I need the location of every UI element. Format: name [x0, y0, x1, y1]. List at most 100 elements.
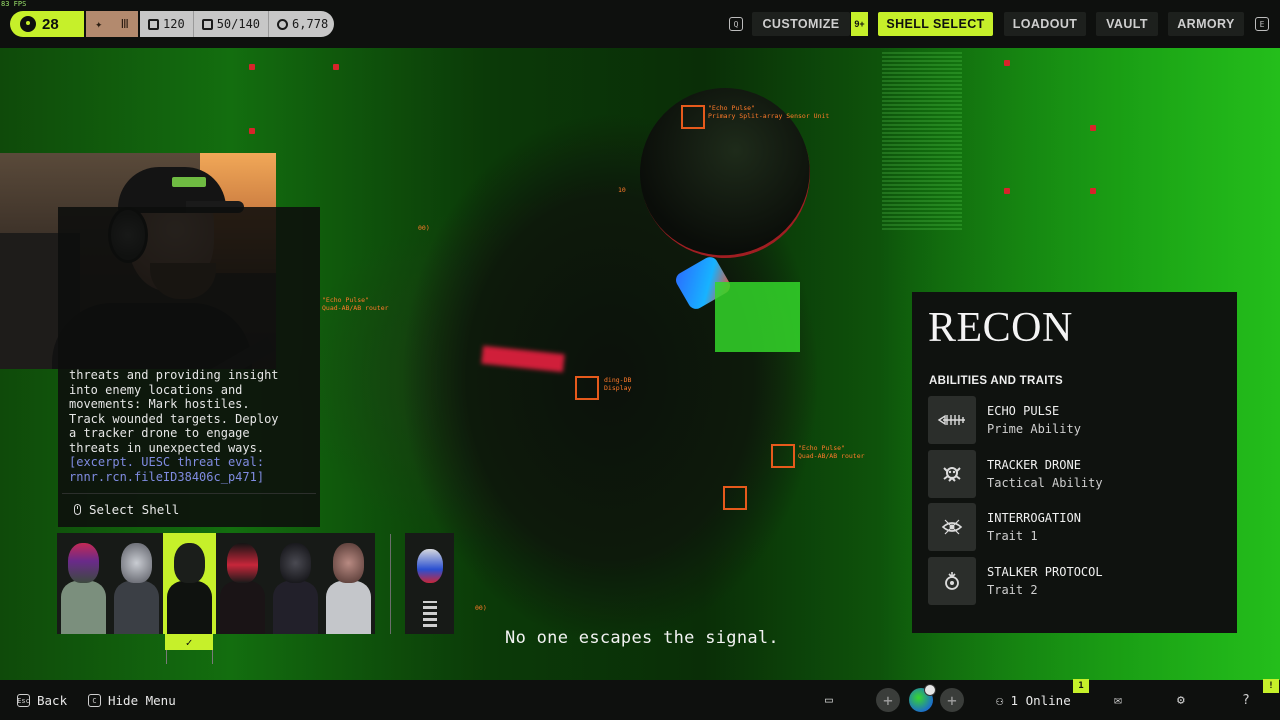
player-level-icon — [20, 16, 36, 32]
shell-portrait-face — [227, 543, 258, 583]
target-marker — [681, 105, 705, 129]
ability-tracker-drone[interactable]: TRACKER DRONE Tactical Ability — [928, 450, 1218, 498]
shell-name: RECON — [928, 305, 1073, 351]
add-player-icon[interactable]: ✦ — [95, 17, 102, 31]
tab-armory[interactable]: ARMORY — [1168, 12, 1244, 36]
tab-shell-select[interactable]: SHELL SELECT — [878, 12, 993, 36]
help-notification-badge: ! — [1263, 679, 1279, 693]
shell-card[interactable] — [216, 533, 269, 634]
shell-card[interactable] — [110, 533, 163, 634]
stalker-protocol-icon — [928, 557, 976, 605]
nav-right-key-icon[interactable]: E — [1255, 17, 1269, 31]
hide-menu-button[interactable]: C Hide Menu — [88, 693, 176, 708]
credits-icon — [277, 18, 289, 30]
shell-portrait-torso — [114, 581, 159, 634]
mail-icon[interactable]: ✉ — [1114, 693, 1122, 708]
shell-card-selected[interactable] — [163, 533, 216, 634]
settings-gear-icon[interactable]: ⚙ — [1177, 693, 1185, 708]
shell-portrait-torso — [220, 581, 265, 634]
interrogation-icon — [928, 503, 976, 551]
target-marker — [575, 376, 599, 400]
scene-marker-dot — [1004, 60, 1010, 66]
back-button[interactable]: Esc Back — [17, 693, 67, 708]
customize-badge: 9+ — [851, 12, 868, 36]
scene-marker-dot — [1090, 125, 1096, 131]
squad-controls: ✦ Ⅲ — [86, 11, 138, 37]
chat-icon[interactable]: ▭ — [825, 693, 833, 708]
shell-portrait-torso — [326, 581, 371, 634]
shell-portrait-torso — [273, 581, 318, 634]
ability-stalker-protocol[interactable]: STALKER PROTOCOL Trait 2 — [928, 557, 1218, 605]
stat-card: 120 — [140, 11, 194, 37]
select-shell-hint[interactable]: Select Shell — [74, 502, 179, 517]
scene-marker-dot — [249, 64, 255, 70]
target-label: "Echo Pulse" Quad-AB/AB router — [798, 444, 865, 460]
shell-card[interactable] — [269, 533, 322, 634]
shell-portrait-torso — [167, 581, 212, 634]
shell-card[interactable] — [322, 533, 375, 634]
stat-credits: 6,778 — [269, 11, 336, 37]
shell-portrait-torso — [61, 581, 106, 634]
friends-icon: ⚇ — [996, 693, 1004, 708]
tab-vault[interactable]: VAULT — [1096, 12, 1158, 36]
mic-icon — [924, 684, 936, 696]
ability-name: ECHO PULSE — [987, 403, 1060, 418]
target-marker — [771, 444, 795, 468]
fps-counter: 83 FPS — [1, 0, 27, 8]
add-party-slot-button[interactable]: + — [876, 688, 900, 712]
tracker-drone-icon — [928, 450, 976, 498]
divider — [62, 493, 316, 494]
shell-card[interactable] — [57, 533, 110, 634]
scene-marker-dot — [1090, 188, 1096, 194]
tab-customize[interactable]: CUSTOMIZE — [752, 12, 850, 36]
add-party-slot-button[interactable]: + — [940, 688, 964, 712]
shell-portrait-face — [417, 549, 443, 583]
scene-marker-dot — [1004, 188, 1010, 194]
selection-tick — [212, 650, 213, 664]
c-key-icon: C — [88, 694, 101, 707]
abilities-heading: ABILITIES AND TRAITS — [929, 375, 1063, 387]
target-label: 10 — [618, 186, 626, 194]
target-label: 00) — [475, 604, 487, 612]
esc-key-icon: Esc — [17, 694, 30, 707]
target-label: "Echo Pulse" Primary Split-array Sensor … — [708, 104, 830, 120]
scene-pixel-grid — [882, 50, 962, 230]
help-icon[interactable]: ? — [1242, 693, 1250, 708]
player-level: 28 — [42, 15, 59, 33]
ability-name: INTERROGATION — [987, 510, 1081, 525]
stat-credits-value: 6,778 — [292, 17, 329, 31]
shell-portrait-face — [333, 543, 364, 583]
shell-portrait-face — [121, 543, 152, 583]
nav-left-key-icon[interactable]: Q — [729, 17, 743, 31]
card-icon — [148, 18, 159, 30]
ability-type: Trait 1 — [987, 528, 1038, 543]
tab-loadout[interactable]: LOADOUT — [1004, 12, 1086, 36]
target-label: 00) — [418, 224, 430, 232]
shell-card-locked[interactable] — [405, 533, 454, 634]
ability-type: Trait 2 — [987, 582, 1038, 597]
ability-type: Prime Ability — [987, 421, 1081, 436]
shell-portrait-face — [280, 543, 311, 583]
shell-description: threats and providing insight into enemy… — [69, 368, 279, 455]
ability-type: Tactical Ability — [987, 475, 1103, 490]
ability-name: TRACKER DRONE — [987, 457, 1081, 472]
roman-three-icon[interactable]: Ⅲ — [121, 17, 129, 31]
stat-stash-value: 50/140 — [216, 17, 261, 31]
shell-portrait-face — [174, 543, 205, 583]
shell-portrait-face — [68, 543, 99, 583]
ability-echo-pulse[interactable]: ECHO PULSE Prime Ability — [928, 396, 1218, 444]
mouse-icon — [74, 504, 81, 515]
currency-stats: 120 50/140 6,778 — [140, 11, 334, 37]
stack-icon — [201, 18, 213, 30]
stat-stash: 50/140 — [194, 11, 270, 37]
target-label: "Echo Pulse" Quad-AB/AB router — [322, 296, 389, 312]
online-count: 1 Online — [1010, 693, 1071, 708]
shell-portrait-torso — [423, 601, 437, 627]
shell-description-excerpt: [excerpt. UESC threat eval: rnnr.rcn.fil… — [69, 455, 265, 484]
player-level-badge[interactable]: 28 — [10, 11, 84, 37]
stat-card-value: 120 — [163, 17, 185, 31]
ability-interrogation[interactable]: INTERROGATION Trait 1 — [928, 503, 1218, 551]
shell-roster — [57, 533, 375, 634]
online-friends-button[interactable]: ⚇ 1 Online — [996, 693, 1071, 708]
selection-tick — [166, 650, 167, 664]
